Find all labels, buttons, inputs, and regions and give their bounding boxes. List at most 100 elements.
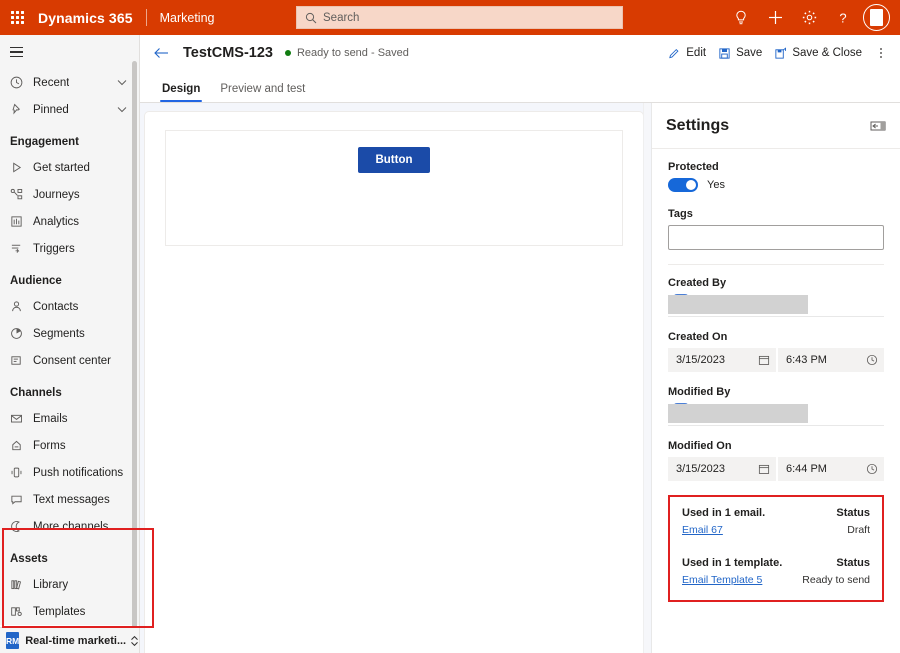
usage-template-row: Email Template 5 Ready to send bbox=[682, 574, 870, 586]
save-icon bbox=[718, 47, 731, 60]
sidebar-item-journeys[interactable]: Journeys bbox=[0, 181, 139, 208]
sidebar-item-label: Triggers bbox=[33, 243, 75, 255]
sidebar-scrollbar[interactable] bbox=[132, 61, 137, 636]
person-icon bbox=[10, 300, 28, 313]
collapse-panel-icon[interactable] bbox=[870, 120, 886, 132]
chevron-down-icon[interactable] bbox=[117, 106, 127, 113]
sidebar-item-label: Push notifications bbox=[33, 467, 123, 479]
svg-text:?: ? bbox=[839, 10, 846, 25]
envelope-icon bbox=[10, 412, 28, 425]
created-on-time-value: 6:43 PM bbox=[786, 354, 827, 366]
created-on-field: 3/15/2023 6:43 PM bbox=[668, 348, 884, 372]
chevron-down-icon[interactable] bbox=[117, 79, 127, 86]
sidebar-group-title: Assets bbox=[0, 540, 139, 571]
protected-field: Yes bbox=[668, 178, 884, 192]
modified-by-field[interactable] bbox=[668, 403, 884, 426]
canvas-scrollbar[interactable] bbox=[643, 103, 650, 653]
search-box[interactable]: Search bbox=[296, 6, 623, 29]
status-badge: Ready to send - Saved bbox=[297, 47, 409, 59]
sidebar: Recent Pinned Engagement Get started Jou… bbox=[0, 35, 140, 653]
modified-on-field: 3/15/2023 6:44 PM bbox=[668, 457, 884, 481]
usage-template-header: Used in 1 template. Status bbox=[682, 557, 870, 569]
usage-email-row: Email 67 Draft bbox=[682, 524, 870, 536]
tab-design[interactable]: Design bbox=[152, 83, 210, 102]
usage-email-heading: Used in 1 email. bbox=[682, 507, 765, 519]
sidebar-item-analytics[interactable]: Analytics bbox=[0, 208, 139, 235]
modified-on-time[interactable]: 6:44 PM bbox=[778, 457, 884, 481]
app-switcher[interactable]: RM Real-time marketi... bbox=[0, 627, 139, 653]
modified-on-date[interactable]: 3/15/2023 bbox=[668, 457, 776, 481]
sidebar-item-library[interactable]: Library bbox=[0, 571, 139, 598]
hamburger-menu-icon[interactable] bbox=[0, 35, 139, 69]
status-dot bbox=[285, 50, 291, 56]
sidebar-item-label: More channels bbox=[33, 521, 108, 533]
sidebar-item-forms[interactable]: Forms bbox=[0, 432, 139, 459]
waffle-icon[interactable] bbox=[0, 0, 34, 35]
command-bar-actions: Edit Save Save & Close bbox=[662, 38, 894, 68]
search-placeholder: Search bbox=[323, 12, 359, 24]
sidebar-item-contacts[interactable]: Contacts bbox=[0, 293, 139, 320]
design-button[interactable]: Button bbox=[358, 147, 429, 173]
tab-preview-and-test[interactable]: Preview and test bbox=[210, 83, 315, 102]
brand-label: Dynamics 365 bbox=[38, 10, 133, 26]
sidebar-item-triggers[interactable]: Triggers bbox=[0, 235, 139, 262]
sidebar-item-templates[interactable]: Templates bbox=[0, 598, 139, 625]
sidebar-item-consent-center[interactable]: Consent center bbox=[0, 347, 139, 374]
push-icon bbox=[10, 466, 28, 479]
sidebar-item-text-messages[interactable]: Text messages bbox=[0, 486, 139, 513]
save-and-close-button[interactable]: Save & Close bbox=[768, 38, 868, 68]
sidebar-item-label: Get started bbox=[33, 162, 90, 174]
created-on-label: Created On bbox=[668, 331, 884, 343]
settings-body: Protected Yes Tags Created By Created On… bbox=[652, 149, 900, 481]
usage-email-link[interactable]: Email 67 bbox=[682, 524, 723, 536]
chat-icon bbox=[10, 493, 28, 506]
sidebar-item-recent[interactable]: Recent bbox=[0, 69, 139, 96]
help-icon[interactable]: ? bbox=[826, 0, 860, 35]
settings-panel: Settings Protected Yes Tags Created By C… bbox=[651, 103, 900, 653]
sidebar-item-emails[interactable]: Emails bbox=[0, 405, 139, 432]
protected-value: Yes bbox=[707, 179, 725, 191]
created-by-field[interactable] bbox=[668, 294, 884, 317]
sidebar-item-label: Segments bbox=[33, 328, 85, 340]
templates-icon bbox=[10, 605, 28, 618]
protected-toggle[interactable] bbox=[668, 178, 698, 192]
sidebar-group-title: Engagement bbox=[0, 123, 139, 154]
settings-header: Settings bbox=[652, 103, 900, 149]
avatar[interactable] bbox=[863, 4, 890, 31]
sidebar-item-push-notifications[interactable]: Push notifications bbox=[0, 459, 139, 486]
usage-summary-box: Used in 1 email. Status Email 67 Draft U… bbox=[668, 495, 884, 602]
sidebar-item-pinned[interactable]: Pinned bbox=[0, 96, 139, 123]
edit-button[interactable]: Edit bbox=[662, 38, 712, 68]
created-on-date[interactable]: 3/15/2023 bbox=[668, 348, 776, 372]
more-vertical-icon[interactable] bbox=[868, 38, 894, 68]
chevron-updown-icon[interactable] bbox=[130, 635, 139, 647]
created-on-time[interactable]: 6:43 PM bbox=[778, 348, 884, 372]
plus-icon[interactable] bbox=[758, 0, 792, 35]
save-button[interactable]: Save bbox=[712, 38, 768, 68]
calendar-icon bbox=[758, 463, 770, 475]
tags-input[interactable] bbox=[668, 225, 884, 250]
content-block-region[interactable]: Button bbox=[165, 130, 623, 246]
sidebar-item-label: Consent center bbox=[33, 355, 111, 367]
back-arrow-icon[interactable] bbox=[154, 47, 169, 59]
created-by-redacted-value bbox=[668, 295, 808, 314]
tab-bar: Design Preview and test bbox=[140, 71, 900, 103]
app-switcher-label: Real-time marketi... bbox=[25, 635, 126, 647]
usage-template-link[interactable]: Email Template 5 bbox=[682, 574, 762, 586]
sidebar-item-segments[interactable]: Segments bbox=[0, 320, 139, 347]
sidebar-item-more-channels[interactable]: More channels bbox=[0, 513, 139, 540]
sidebar-item-label: Forms bbox=[33, 440, 66, 452]
save-button-label: Save bbox=[736, 47, 762, 59]
library-icon bbox=[10, 578, 28, 591]
lightbulb-icon[interactable] bbox=[724, 0, 758, 35]
suite-bar: Dynamics 365 Marketing Search ? bbox=[0, 0, 900, 35]
modified-on-date-value: 3/15/2023 bbox=[676, 463, 725, 475]
search-icon bbox=[305, 12, 317, 24]
pencil-icon bbox=[668, 47, 681, 60]
usage-email-status-heading: Status bbox=[836, 507, 870, 519]
sidebar-item-get-started[interactable]: Get started bbox=[0, 154, 139, 181]
gear-icon[interactable] bbox=[792, 0, 826, 35]
sidebar-item-label: Analytics bbox=[33, 216, 79, 228]
calendar-icon bbox=[758, 354, 770, 366]
modified-on-label: Modified On bbox=[668, 440, 884, 452]
